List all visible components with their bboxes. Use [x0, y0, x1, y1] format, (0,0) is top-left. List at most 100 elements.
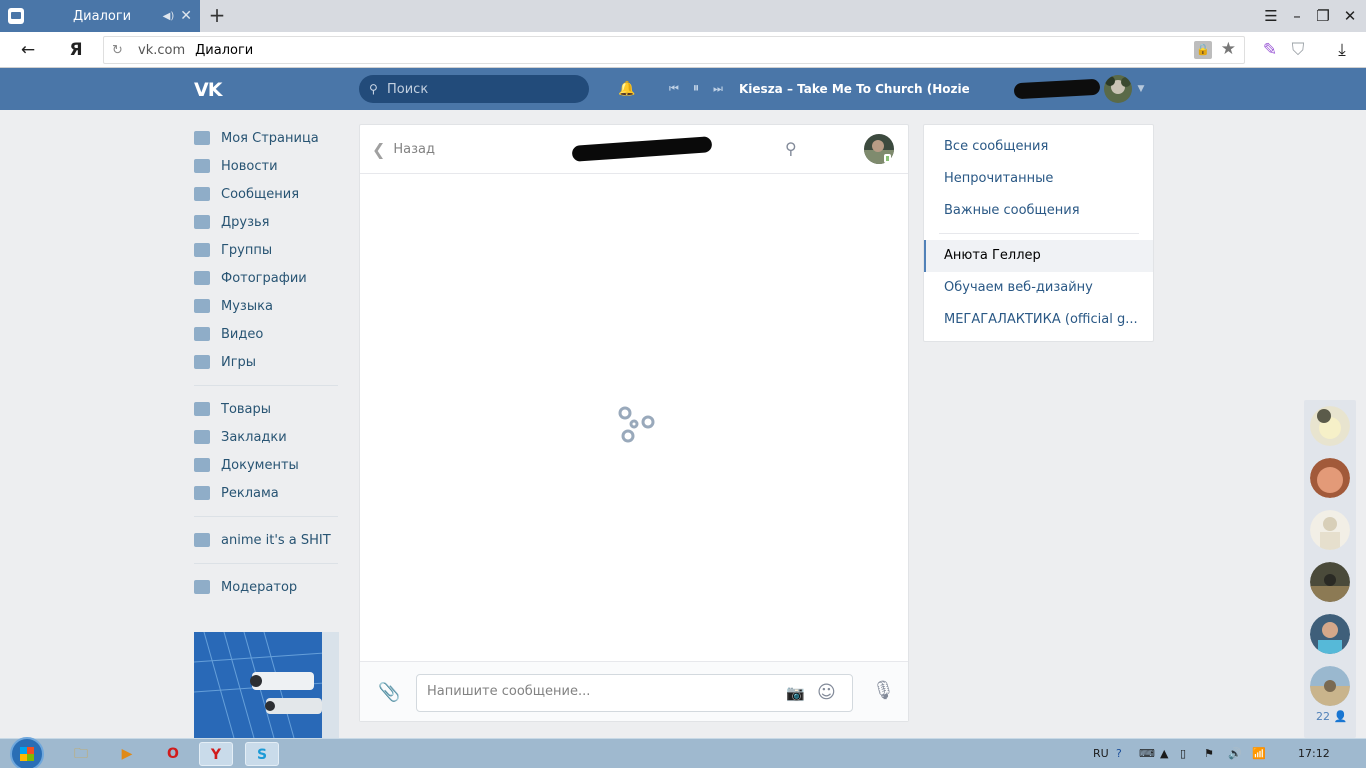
nav-item[interactable]: Закладки — [194, 423, 344, 451]
camera-icon[interactable]: 📷 — [786, 684, 805, 702]
back-arrow-icon[interactable]: ← — [14, 32, 42, 68]
chat-header: ❮ Назад ⚲ — [360, 125, 908, 174]
chevron-left-icon: ❮ — [372, 140, 386, 159]
nav-item[interactable]: Друзья — [194, 208, 344, 236]
browser-tab-strip: Диалоги ◀) ✕ + ☰ – ❐ ✕ — [0, 0, 1366, 32]
nav-item[interactable]: Реклама — [194, 479, 344, 507]
nav-item[interactable]: Фотографии — [194, 264, 344, 292]
friend-avatar[interactable] — [1310, 614, 1350, 654]
nav-item[interactable]: Моя Страница — [194, 124, 344, 152]
microphone-icon[interactable]: 🎙 — [872, 680, 895, 701]
loading-spinner-icon — [618, 406, 655, 443]
start-button[interactable] — [10, 737, 44, 768]
chat-peer-name-scribble[interactable] — [571, 136, 713, 162]
nav-item[interactable]: Сообщения — [194, 180, 344, 208]
chevron-down-icon[interactable]: ▼ — [1134, 68, 1148, 110]
filter-important[interactable]: Важные сообщения — [944, 203, 1080, 218]
skype-icon[interactable]: S — [245, 742, 279, 766]
grid-icon — [194, 580, 210, 594]
feather-extension-icon[interactable]: ✎ — [1256, 32, 1284, 68]
reload-icon[interactable]: ↻ — [112, 43, 136, 58]
person-icon: 👤 — [1333, 710, 1348, 723]
friend-avatar[interactable] — [1310, 458, 1350, 498]
conversation-item[interactable]: Обучаем веб-дизайну — [944, 280, 1093, 295]
browser-tab[interactable]: Диалоги ◀) ✕ — [0, 0, 200, 32]
filter-all-messages[interactable]: Все сообщения — [944, 139, 1048, 154]
tab-audio-icon[interactable]: ◀) — [163, 11, 175, 22]
omnibox[interactable]: ↻ vk.com Диалоги 🔒 ★ — [103, 36, 1245, 64]
nav-item-label: Сообщения — [221, 186, 300, 202]
minimize-icon[interactable]: – — [1284, 0, 1310, 32]
header-search[interactable]: ⚲ — [359, 75, 589, 103]
close-window-icon[interactable]: ✕ — [1337, 0, 1363, 32]
friend-avatar[interactable] — [1310, 510, 1350, 550]
yandex-browser-icon[interactable]: Y — [199, 742, 233, 766]
emoji-smile-icon[interactable]: ☺ — [817, 682, 836, 703]
back-label: Назад — [393, 142, 436, 157]
friend-avatar[interactable] — [1310, 666, 1350, 706]
nav-item-moderator[interactable]: Модератор — [194, 573, 344, 601]
opera-icon[interactable]: O — [156, 742, 190, 766]
lock-icon[interactable]: 🔒 — [1194, 41, 1212, 59]
tab-close-icon[interactable]: ✕ — [180, 8, 192, 24]
nav-item[interactable]: Видео — [194, 320, 344, 348]
message-input[interactable] — [427, 684, 767, 699]
nav-item[interactable]: Документы — [194, 451, 344, 479]
friend-avatar[interactable] — [1310, 562, 1350, 602]
language-indicator[interactable]: RU — [1093, 739, 1109, 768]
nav-item[interactable]: Новости — [194, 152, 344, 180]
nav-item[interactable]: Игры — [194, 348, 344, 376]
nav-item[interactable]: Музыка — [194, 292, 344, 320]
nav-item-label: Модератор — [221, 579, 298, 595]
vk-logo[interactable]: VK — [194, 79, 222, 101]
shield-extension-icon[interactable]: ⛉ — [1284, 32, 1312, 68]
address-bar-row: ← Я ↻ vk.com Диалоги 🔒 ★ ✎ ⛉ ⤓ — [0, 32, 1366, 68]
message-composer: 📎 📷 ☺ 🎙 — [360, 661, 908, 721]
downloads-icon[interactable]: ⤓ — [1328, 32, 1356, 68]
pause-icon[interactable]: ⏸ — [688, 68, 704, 110]
header-avatar[interactable] — [1104, 75, 1132, 103]
conversation-item[interactable]: МЕГАГАЛАКТИКА (official g... — [944, 312, 1138, 327]
friends-online-count[interactable]: 22 👤 — [1316, 710, 1347, 723]
friend-avatar[interactable] — [1310, 406, 1350, 446]
next-track-icon[interactable]: ⏭ — [710, 68, 726, 110]
nav-item[interactable]: Группы — [194, 236, 344, 264]
nav-item-label: Реклама — [221, 485, 279, 501]
previous-track-icon[interactable]: ⏮ — [666, 68, 682, 110]
nav-item-label: Документы — [221, 457, 299, 473]
yandex-logo-button[interactable]: Я — [62, 32, 90, 68]
friends-icon — [194, 215, 210, 229]
volume-icon[interactable]: 🔊 — [1228, 739, 1242, 768]
bell-icon[interactable]: 🔔 — [617, 68, 637, 110]
new-tab-button[interactable]: + — [206, 4, 228, 26]
search-icon: ⚲ — [369, 82, 378, 96]
media-player-icon[interactable]: ▶ — [110, 742, 144, 766]
device-icon[interactable]: ▯ — [1180, 739, 1186, 768]
keyboard-icon[interactable]: ⌨ — [1139, 739, 1155, 768]
now-playing-track[interactable]: Kiesza – Take Me To Church (Hozier... — [739, 68, 969, 110]
nav-item-group[interactable]: anime it's a SHIT — [194, 526, 344, 554]
help-icon[interactable]: ? — [1116, 739, 1122, 768]
explorer-icon[interactable]: 🗀 — [64, 742, 98, 766]
friends-count-value: 22 — [1316, 710, 1330, 723]
attach-paperclip-icon[interactable]: 📎 — [378, 682, 400, 703]
clock[interactable]: 17:12 — [1298, 739, 1330, 768]
bookmark-star-icon[interactable]: ★ — [1221, 39, 1236, 59]
action-center-flag-icon[interactable]: ⚑ — [1204, 739, 1214, 768]
chat-search-icon[interactable]: ⚲ — [785, 139, 797, 158]
conversation-item-active[interactable]: Анюта Геллер — [944, 248, 1041, 263]
network-signal-icon[interactable]: 📶 — [1252, 739, 1266, 768]
user-name-scribble[interactable] — [1013, 78, 1101, 100]
nav-item[interactable]: Товары — [194, 395, 344, 423]
nav-divider — [194, 516, 338, 517]
show-hidden-icons-icon[interactable]: ▲ — [1160, 739, 1168, 768]
home-icon — [194, 131, 210, 145]
search-input[interactable] — [387, 81, 577, 97]
restore-icon[interactable]: ❐ — [1310, 0, 1336, 32]
back-button[interactable]: ❮ Назад — [372, 140, 435, 159]
nav-item-label: Видео — [221, 326, 264, 342]
message-input-box[interactable]: 📷 ☺ — [416, 674, 853, 712]
browser-menu-icon[interactable]: ☰ — [1258, 0, 1284, 32]
advertisement-image[interactable] — [194, 632, 339, 738]
filter-unread[interactable]: Непрочитанные — [944, 171, 1053, 186]
